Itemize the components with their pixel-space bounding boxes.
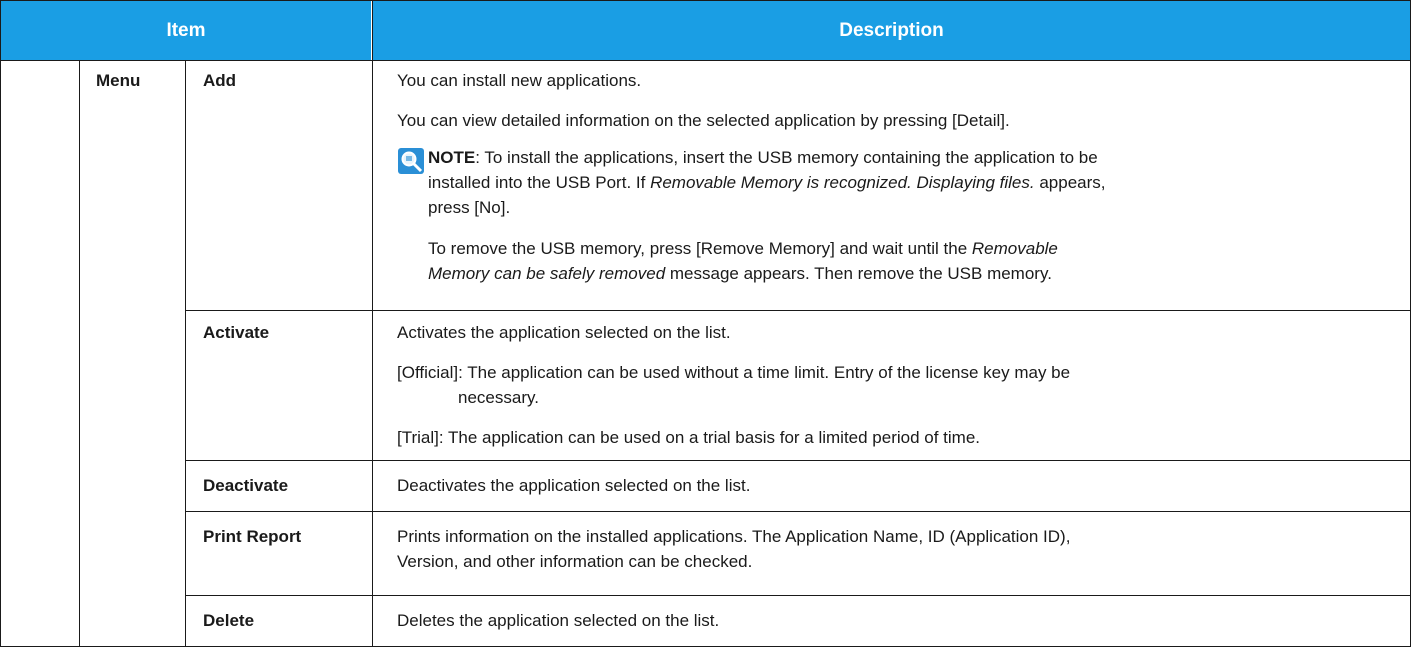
header-item: Item — [1, 1, 371, 60]
col-rule-description — [372, 60, 373, 647]
add-desc-line-1: You can install new applications. — [397, 71, 642, 90]
row-rule-1 — [185, 310, 1411, 311]
delete-desc-line-1: Deletes the application selected on the … — [397, 611, 720, 630]
note-text-2c: appears, — [1034, 173, 1106, 192]
note-magnifier-icon — [398, 148, 424, 174]
border-top — [0, 0, 1411, 1]
add-desc-line-2: You can view detailed information on the… — [397, 111, 1010, 130]
note-text-5b: message appears. Then remove the USB mem… — [665, 264, 1052, 283]
col-rule-group — [79, 60, 80, 647]
activate-desc-line-1: Activates the application selected on th… — [397, 323, 731, 342]
note-line-1: NOTE: To install the applications, inser… — [428, 147, 1098, 169]
header-description: Description — [373, 1, 1410, 60]
print-report-desc-line-2: Version, and other information can be ch… — [397, 552, 753, 571]
group-label-menu: Menu — [96, 71, 141, 90]
item-add: Add — [203, 71, 237, 90]
header-description-label: Description — [839, 19, 944, 41]
border-right — [1410, 0, 1411, 647]
item-deactivate: Deactivate — [203, 476, 289, 495]
item-activate: Activate — [203, 323, 270, 342]
note-text-1: : To install the applications, insert th… — [475, 148, 1098, 167]
item-print-report: Print Report — [203, 527, 302, 546]
header-item-label: Item — [166, 19, 206, 41]
col-rule-item — [185, 60, 186, 647]
deactivate-desc-line-1: Deactivates the application selected on … — [397, 476, 751, 495]
print-report-desc-line-1: Prints information on the installed appl… — [397, 527, 1071, 546]
note-text-4b: Removable — [971, 239, 1058, 258]
note-line-5: Memory can be safely removed message app… — [428, 263, 1052, 285]
note-text-4a: To remove the USB memory, press [Remove … — [428, 239, 972, 258]
settings-table: Item Description Menu Add You can instal… — [0, 0, 1411, 647]
border-left — [0, 0, 1, 647]
header-bottom-rule — [0, 60, 1411, 61]
note-line-3: press [No]. — [428, 198, 511, 217]
item-delete: Delete — [203, 611, 255, 630]
row-rule-3 — [185, 511, 1411, 512]
note-label: NOTE — [428, 148, 476, 167]
row-rule-2 — [185, 460, 1411, 461]
row-rule-4 — [185, 595, 1411, 596]
note-text-2a: installed into the USB Port. If — [428, 173, 651, 192]
activate-desc-line-3: necessary. — [458, 388, 539, 407]
note-text-2b: Removable Memory is recognized. Displayi… — [650, 173, 1035, 192]
border-bottom — [0, 646, 1411, 647]
note-line-2: installed into the USB Port. If Removabl… — [428, 172, 1106, 194]
activate-desc-line-2: [Official]: The application can be used … — [397, 363, 1071, 382]
header-divider — [372, 0, 373, 61]
note-text-5a: Memory can be safely removed — [428, 264, 666, 283]
activate-desc-line-4: [Trial]: The application can be used on … — [397, 428, 981, 447]
note-line-4: To remove the USB memory, press [Remove … — [428, 238, 1058, 260]
